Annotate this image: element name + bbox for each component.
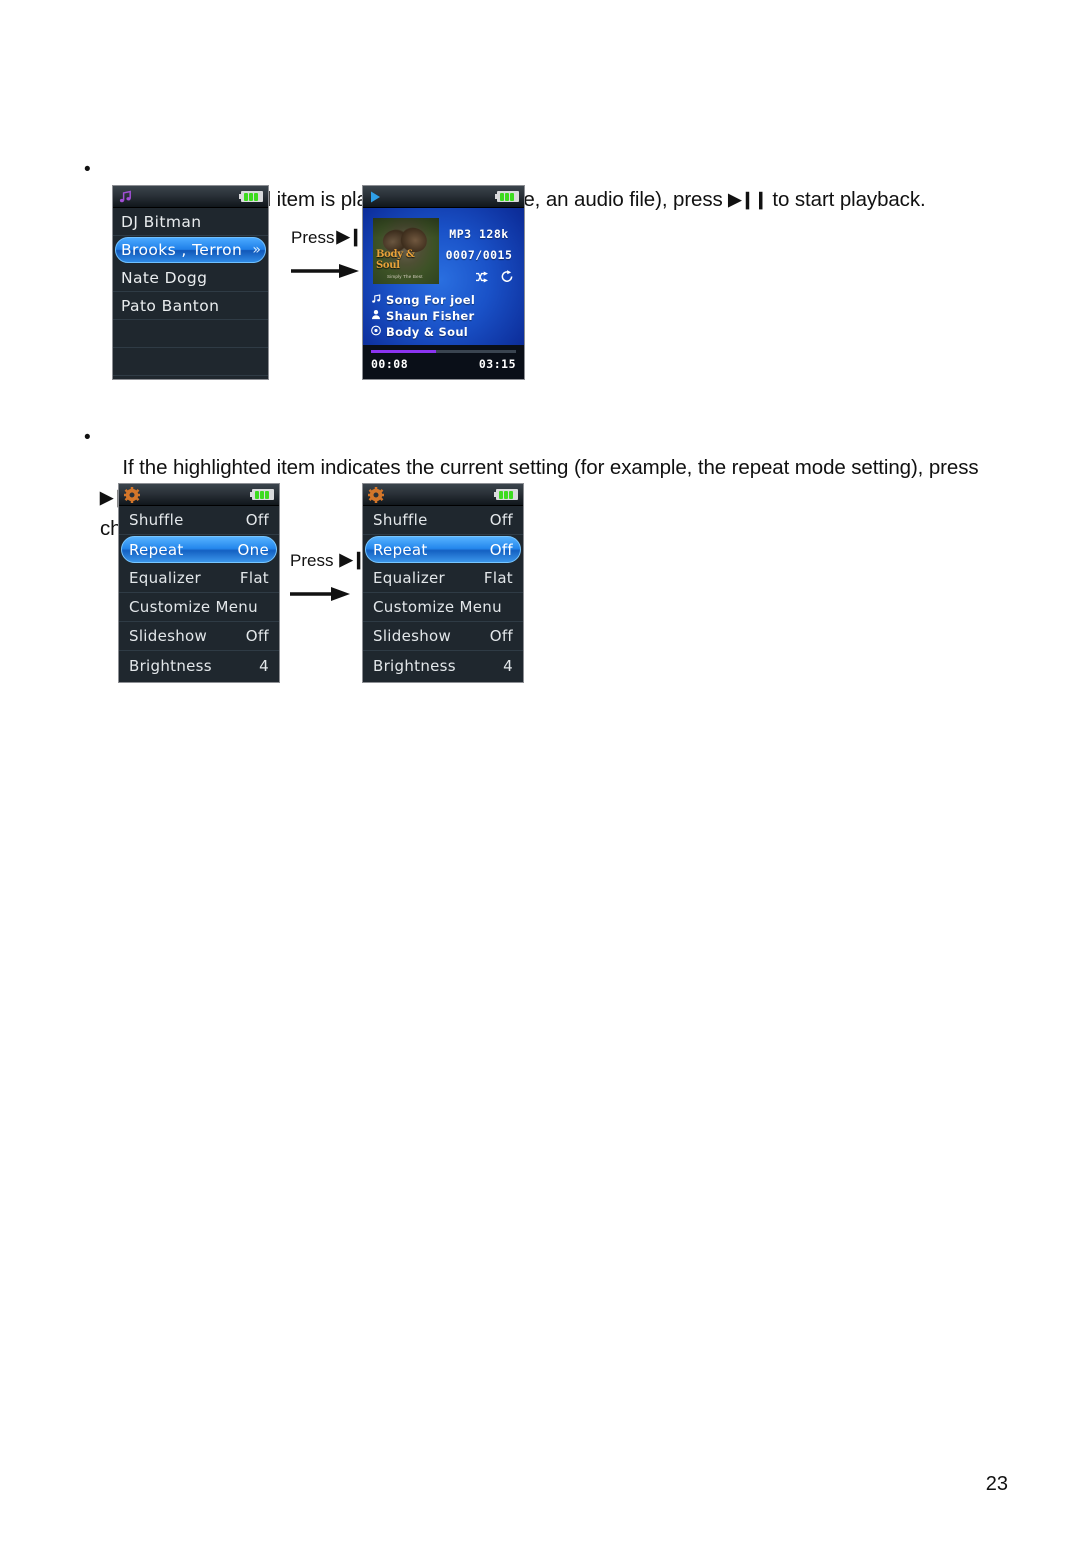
album-row: Body & Soul	[371, 324, 518, 340]
settings-row-label: Shuffle	[373, 511, 428, 529]
settings-row-label: Shuffle	[129, 511, 184, 529]
device-screen-settings-after: Shuffle Off Repeat Off Equalizer Flat Cu…	[362, 483, 524, 683]
bullet-marker: •	[84, 159, 91, 180]
list-item[interactable]: Nate Dogg	[113, 264, 268, 292]
album-art-subtitle: Simply The Best	[387, 274, 423, 279]
settings-row-repeat[interactable]: Repeat One	[119, 535, 279, 564]
titlebar-now-playing	[363, 186, 524, 208]
list-item-label: DJ Bitman	[121, 212, 202, 231]
settings-row-label: Customize Menu	[373, 598, 502, 616]
battery-full-icon	[495, 191, 519, 202]
settings-row-value: Off	[489, 511, 513, 529]
chevron-right-icon: »	[252, 242, 261, 258]
settings-row-value: Off	[489, 627, 513, 645]
settings-row-slideshow[interactable]: Slideshow Off	[119, 622, 279, 651]
settings-row-label: Slideshow	[129, 627, 208, 645]
settings-row-value: Off	[245, 511, 269, 529]
list-item[interactable]: Pato Banton	[113, 292, 268, 320]
time-row: 00:08 03:15	[371, 357, 516, 371]
settings-row-label: Repeat	[373, 540, 428, 559]
list-item[interactable]: DJ Bitman	[113, 208, 268, 236]
settings-list-before[interactable]: Shuffle Off Repeat One Equalizer Flat Cu…	[119, 506, 279, 680]
settings-row-slideshow[interactable]: Slideshow Off	[363, 622, 523, 651]
settings-row-label: Equalizer	[129, 569, 202, 587]
settings-row-brightness[interactable]: Brightness 4	[119, 651, 279, 680]
settings-row-customize-menu[interactable]: Customize Menu	[363, 593, 523, 622]
list-item-label: Brooks , Terron	[121, 241, 243, 259]
repeat-icon[interactable]	[500, 270, 514, 288]
device-screen-settings-before: Shuffle Off Repeat One Equalizer Flat Cu…	[118, 483, 280, 683]
play-pause-icon: ▶❙❙	[728, 190, 768, 209]
playback-mode-icons	[475, 270, 514, 288]
track-index-label: 0007/0015	[445, 248, 513, 262]
settings-row-brightness[interactable]: Brightness 4	[363, 651, 523, 680]
settings-list-after[interactable]: Shuffle Off Repeat Off Equalizer Flat Cu…	[363, 506, 523, 680]
song-title-row: Song For joel	[371, 292, 518, 308]
settings-row-label: Repeat	[129, 540, 184, 559]
artist-row: Shaun Fisher	[371, 308, 518, 324]
track-info-lines: Song For joel Shaun Fisher Body & Soul	[371, 292, 518, 340]
bullet-text-after: to start playback.	[766, 188, 926, 211]
settings-row-shuffle[interactable]: Shuffle Off	[119, 506, 279, 535]
settings-row-value: Off	[489, 540, 513, 559]
playback-progress-area: 00:08 03:15	[363, 345, 524, 379]
settings-row-label: Brightness	[373, 656, 456, 675]
settings-row-repeat[interactable]: Repeat Off	[363, 535, 523, 564]
settings-row-value: One	[237, 540, 269, 559]
settings-row-shuffle[interactable]: Shuffle Off	[363, 506, 523, 535]
settings-row-customize-menu[interactable]: Customize Menu	[119, 593, 279, 622]
progress-bar[interactable]	[371, 350, 516, 353]
page-number: 23	[985, 1473, 1008, 1495]
progress-bar-fill	[371, 350, 437, 353]
titlebar-artist-list	[113, 186, 268, 208]
battery-full-icon	[250, 489, 274, 500]
settings-row-equalizer[interactable]: Equalizer Flat	[363, 564, 523, 593]
album-label: Body & Soul	[386, 325, 469, 339]
bullet-text-before: If the highlighted item indicates the cu…	[122, 456, 985, 479]
settings-row-equalizer[interactable]: Equalizer Flat	[119, 564, 279, 593]
artist-label: Shaun Fisher	[386, 309, 475, 323]
list-item-label: Nate Dogg	[121, 268, 208, 287]
list-item-empty	[113, 348, 268, 376]
artist-list[interactable]: DJ Bitman Brooks , Terron » Nate Dogg Pat…	[113, 208, 268, 376]
gear-icon	[124, 486, 140, 503]
battery-full-icon	[239, 191, 263, 202]
settings-row-label: Brightness	[129, 656, 212, 675]
bullet-marker: •	[84, 427, 91, 448]
settings-row-value: 4	[259, 656, 269, 675]
battery-full-icon	[494, 489, 518, 500]
audio-format-label: MP3 128k	[449, 227, 509, 241]
list-item-selected[interactable]: Brooks , Terron »	[113, 236, 268, 264]
now-playing-body: Body & Soul Simply The Best MP3 128k 000…	[363, 208, 524, 379]
play-icon	[368, 190, 382, 204]
device-screen-now-playing: Body & Soul Simply The Best MP3 128k 000…	[362, 185, 525, 380]
elapsed-time-label: 00:08	[371, 357, 409, 371]
person-icon	[371, 308, 381, 324]
disc-icon	[371, 324, 381, 340]
titlebar-settings-after	[363, 484, 523, 506]
settings-row-label: Customize Menu	[129, 598, 258, 616]
list-item-label: Pato Banton	[121, 296, 220, 315]
song-title-label: Song For joel	[386, 293, 476, 307]
album-art-title: Body & Soul	[376, 249, 415, 271]
device-screen-artist-list: DJ Bitman Brooks , Terron » Nate Dogg Pat…	[112, 185, 269, 380]
settings-row-value: Flat	[483, 569, 513, 587]
settings-row-label: Equalizer	[373, 569, 446, 587]
track-meta: MP3 128k 0007/0015	[441, 224, 517, 266]
total-time-label: 03:15	[478, 357, 516, 371]
list-item-empty	[113, 320, 268, 348]
music-note-icon	[118, 189, 133, 204]
shuffle-icon[interactable]	[475, 270, 489, 288]
gear-icon	[368, 486, 384, 503]
titlebar-settings-before	[119, 484, 279, 506]
settings-row-value: Flat	[239, 569, 269, 587]
settings-row-value: 4	[503, 656, 513, 675]
settings-row-value: Off	[245, 627, 269, 645]
music-note-icon	[371, 292, 381, 308]
album-art: Body & Soul Simply The Best	[373, 218, 439, 284]
settings-row-label: Slideshow	[373, 627, 452, 645]
